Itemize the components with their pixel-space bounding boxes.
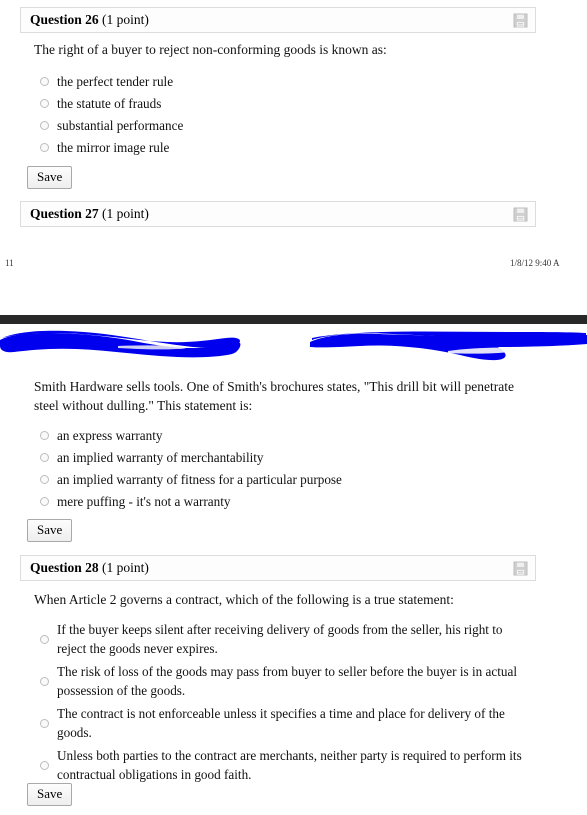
question-26-header: Question 26 (1 point) (20, 7, 536, 33)
option-item[interactable]: mere puffing - it's not a warranty (40, 490, 342, 512)
question-27-number: Question 27 (30, 206, 99, 221)
option-label: substantial performance (57, 117, 184, 133)
question-28-header: Question 28 (1 point) (20, 555, 536, 581)
option-item[interactable]: an implied warranty of merchantability (40, 446, 342, 468)
option-label: mere puffing - it's not a warranty (57, 493, 231, 509)
radio-button-icon[interactable] (40, 760, 49, 770)
option-item[interactable]: The risk of loss of the goods may pass f… (40, 662, 535, 700)
question-28-prompt: When Article 2 governs a contract, which… (34, 592, 454, 607)
option-label: the perfect tender rule (57, 73, 174, 89)
floppy-disk-save-icon[interactable] (513, 207, 528, 222)
option-label: The risk of loss of the goods may pass f… (57, 664, 517, 698)
option-item[interactable]: the perfect tender rule (40, 70, 183, 92)
quiz-page: Question 26 (1 point) The right of a buy… (0, 0, 587, 815)
option-label: an implied warranty of fitness for a par… (57, 471, 342, 487)
question-28-save-button[interactable]: Save (27, 783, 73, 806)
question-26-options: the perfect tender rule the statute of f… (40, 70, 183, 158)
radio-button-icon[interactable] (40, 76, 49, 86)
question-26-number: Question 26 (30, 12, 99, 27)
question-26-title: Question 26 (1 point) (30, 12, 149, 28)
question-26-prompt: The right of a buyer to reject non-confo… (34, 42, 387, 57)
blue-redaction-scribble-right (310, 331, 587, 361)
footer-page-number: 11 (5, 258, 14, 268)
radio-button-icon[interactable] (40, 676, 49, 686)
radio-button-icon[interactable] (40, 120, 49, 130)
radio-button-icon[interactable] (40, 142, 49, 152)
blue-redaction-scribble-left (0, 330, 241, 358)
radio-button-icon[interactable] (40, 634, 49, 644)
question-27-save-button[interactable]: Save (27, 519, 73, 542)
radio-button-icon[interactable] (40, 496, 49, 506)
option-label: the mirror image rule (57, 139, 170, 155)
question-26-save-button[interactable]: Save (27, 166, 73, 189)
option-item[interactable]: an express warranty (40, 424, 342, 446)
option-label: the statute of frauds (57, 95, 162, 111)
option-label: an implied warranty of merchantability (57, 449, 264, 465)
question-28-title: Question 28 (1 point) (30, 560, 149, 576)
radio-button-icon[interactable] (40, 430, 49, 440)
question-28-number: Question 28 (30, 560, 99, 575)
radio-button-icon[interactable] (40, 452, 49, 462)
question-27-points: (1 point) (102, 206, 149, 221)
option-label: If the buyer keeps silent after receivin… (57, 622, 503, 656)
radio-button-icon[interactable] (40, 98, 49, 108)
option-item[interactable]: substantial performance (40, 114, 183, 136)
option-item[interactable]: the mirror image rule (40, 136, 183, 158)
question-27-title: Question 27 (1 point) (30, 206, 149, 222)
option-label: Unless both parties to the contract are … (57, 748, 522, 782)
page-break-dark-bar (0, 315, 587, 324)
option-item[interactable]: the statute of frauds (40, 92, 183, 114)
question-28-points: (1 point) (102, 560, 149, 575)
option-item[interactable]: Unless both parties to the contract are … (40, 746, 535, 784)
option-item[interactable]: If the buyer keeps silent after receivin… (40, 620, 535, 658)
option-item[interactable]: an implied warranty of fitness for a par… (40, 468, 342, 490)
question-27-options: an express warranty an implied warranty … (40, 424, 342, 512)
option-item[interactable]: The contract is not enforceable unless i… (40, 704, 535, 742)
radio-button-icon[interactable] (40, 718, 49, 728)
question-28-options: If the buyer keeps silent after receivin… (40, 620, 535, 788)
question-27-prompt: Smith Hardware sells tools. One of Smith… (34, 379, 514, 413)
footer-timestamp: 1/8/12 9:40 A (510, 258, 560, 268)
question-26-points: (1 point) (102, 12, 149, 27)
option-label: The contract is not enforceable unless i… (57, 706, 505, 740)
question-27-header: Question 27 (1 point) (20, 201, 536, 227)
floppy-disk-save-icon[interactable] (513, 561, 528, 576)
floppy-disk-save-icon[interactable] (513, 13, 528, 28)
radio-button-icon[interactable] (40, 474, 49, 484)
option-label: an express warranty (57, 427, 163, 443)
